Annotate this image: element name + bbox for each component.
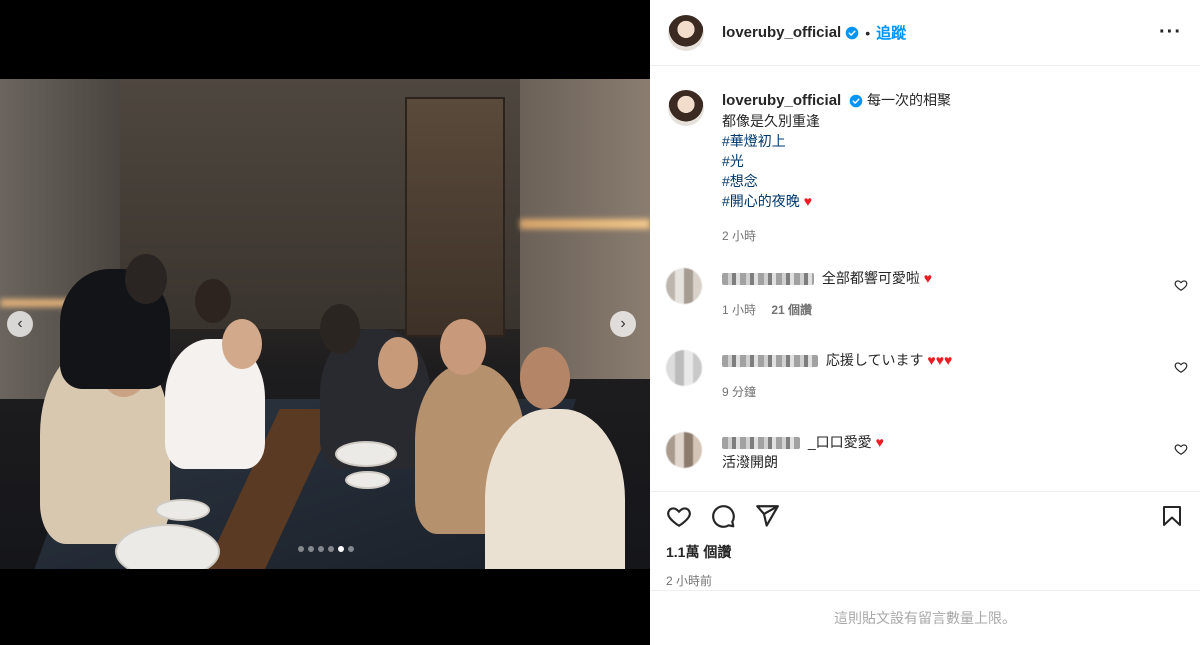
commenter-username-blurred[interactable] [722,437,800,450]
heart-emoji-icon: ♥♥♥ [927,352,953,368]
comment-text: 応援しています [825,352,924,368]
comment-text-line-2: 活潑開朗 [722,454,778,470]
commenter-avatar[interactable] [666,432,702,468]
hashtag-link[interactable]: #華燈初上 [722,131,951,151]
caption-author-username[interactable]: loveruby_official [722,92,841,109]
caption-line-2: 都像是久別重逢 [722,113,820,129]
post-side-panel: loveruby_official • 追蹤 ··· loveruby_offi… [650,0,1200,645]
carousel-dot-active [338,546,344,552]
verified-badge-icon [849,94,863,108]
commenter-avatar[interactable] [666,268,702,304]
comment-item: 応援しています ♥♥♥ 9 分鐘 [650,350,1200,402]
commenter-username-blurred[interactable] [722,273,814,286]
verified-badge-icon [845,26,859,39]
heart-emoji-icon: ♥ [803,193,812,209]
comments-list[interactable]: loveruby_official 每一次的相聚 都像是久別重逢 #華燈初上 #… [650,66,1200,491]
carousel-indicator [298,546,354,552]
post-photo[interactable] [0,79,650,569]
hashtag-link[interactable]: #開心的夜晚 [722,193,800,209]
comment-timestamp[interactable]: 1 小時 [722,303,756,317]
heart-outline-icon[interactable] [1174,442,1188,456]
hashtag-link[interactable]: #光 [722,151,951,171]
caption-line-1: 每一次的相聚 [866,92,951,108]
caption-timestamp[interactable]: 2 小時 [722,226,951,246]
comment-limit-notice: 這則貼文設有留言數量上限。 [650,590,1200,645]
comment-icon[interactable] [710,503,736,529]
comment-text: 全部都響可愛啦 [821,270,920,286]
carousel-dot [318,546,324,552]
commenter-username-blurred[interactable] [722,355,818,368]
comment-item: 全部都響可愛啦 ♥ 1 小時 21 個讚 [650,268,1200,320]
author-username[interactable]: loveruby_official [722,24,841,41]
carousel-dot [298,546,304,552]
follow-button[interactable]: 追蹤 [876,22,906,43]
hashtag-link[interactable]: #想念 [722,171,951,191]
chevron-right-icon: › [620,315,626,332]
commenter-avatar[interactable] [666,350,702,386]
author-avatar[interactable] [668,14,704,51]
comment-text: _口口愛愛 [807,434,872,450]
post-actions: 1.1萬 個讚 2 小時前 [650,491,1200,589]
chevron-left-icon: ‹ [17,315,23,332]
carousel-next-button[interactable]: › [610,311,636,337]
share-icon[interactable] [754,503,780,529]
carousel-prev-button[interactable]: ‹ [7,311,33,337]
bookmark-icon[interactable] [1160,503,1184,529]
post-timestamp[interactable]: 2 小時前 [666,572,1184,589]
caption-author-avatar[interactable] [668,90,704,126]
heart-emoji-icon: ♥ [923,270,933,286]
comment-item: _口口愛愛 ♥ 活潑開朗 [650,432,1200,472]
heart-emoji-icon: ♥ [875,434,884,450]
heart-outline-icon[interactable] [1174,360,1188,374]
more-options-icon[interactable]: ··· [1159,21,1182,44]
like-icon[interactable] [666,503,692,529]
comment-likes[interactable]: 21 個讚 [771,303,812,317]
comment-timestamp[interactable]: 9 分鐘 [722,385,756,399]
likes-count[interactable]: 1.1萬 個讚 [666,542,1184,562]
heart-outline-icon[interactable] [1174,278,1188,292]
carousel-dot [308,546,314,552]
post-media: ‹ › [0,0,650,645]
carousel-dot [348,546,354,552]
post-header: loveruby_official • 追蹤 ··· [650,0,1200,66]
carousel-dot [328,546,334,552]
caption: loveruby_official 每一次的相聚 都像是久別重逢 #華燈初上 #… [650,66,1200,246]
separator-dot: • [865,24,871,41]
